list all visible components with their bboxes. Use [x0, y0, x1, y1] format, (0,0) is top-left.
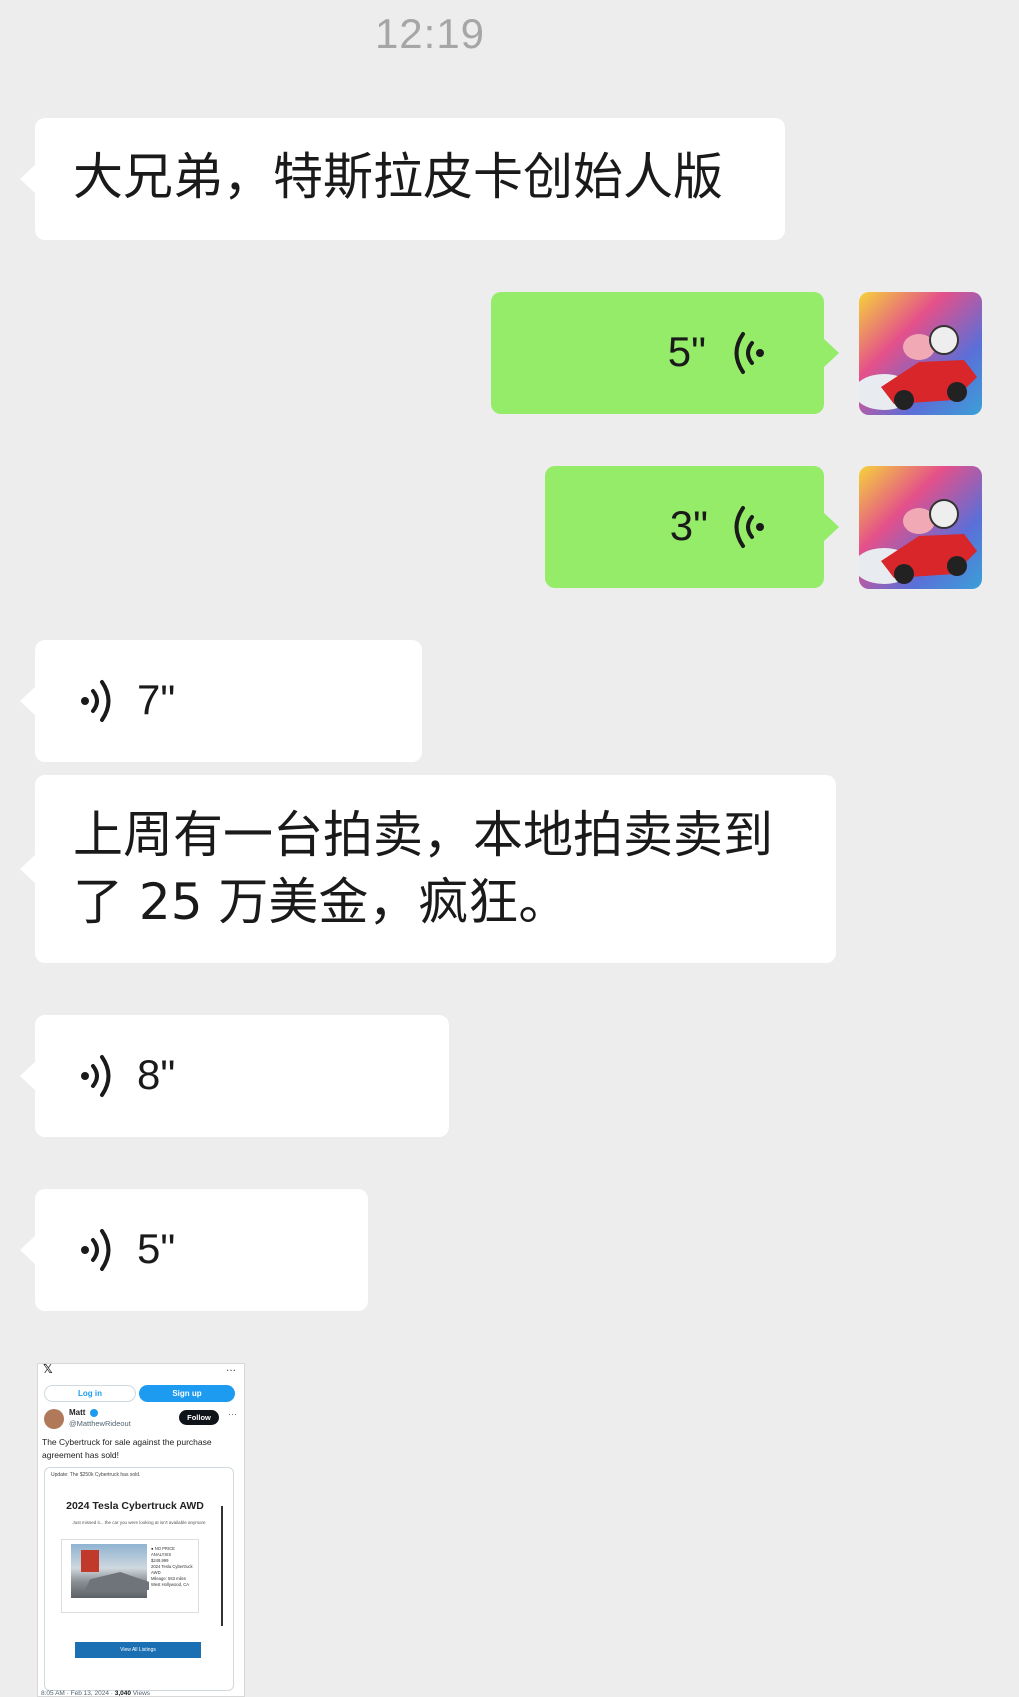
voice-duration: 8"	[137, 1051, 176, 1099]
dots-icon: ...	[225, 1363, 236, 1374]
card-title: 2024 Tesla Cybertruck AWD	[66, 1500, 204, 1512]
follow-button: Follow	[179, 1410, 219, 1425]
scrollbar	[221, 1506, 223, 1626]
x-logo-icon: 𝕏	[43, 1363, 53, 1376]
voice-duration: 5"	[667, 328, 706, 376]
tweet-media-card: Update: The $250k Cybertruck has sold. 2…	[44, 1467, 234, 1691]
card-update-text: Update: The $250k Cybertruck has sold.	[51, 1472, 141, 1478]
incoming-voice-message[interactable]: 7"	[20, 640, 422, 762]
red-tag	[81, 1550, 99, 1572]
signup-button: Sign up	[139, 1385, 235, 1402]
my-avatar[interactable]	[859, 466, 982, 589]
message-text: 大兄弟，特斯拉皮卡创始人版	[73, 148, 723, 206]
listing-line: 2024 Tesla Cybertruck AWD	[151, 1564, 193, 1575]
tweet-views: 3,040	[114, 1690, 131, 1697]
view-all-listings-button: View All Listings	[75, 1642, 201, 1658]
tweet-text: The Cybertruck for sale against the purc…	[42, 1437, 212, 1460]
listing-line: West Hollywood, CA	[151, 1582, 190, 1587]
listing-box: ● NO PRICE ANALYSIS $249,999 2024 Tesla …	[61, 1539, 199, 1613]
outgoing-voice-message[interactable]: 3"	[545, 466, 839, 588]
voice-duration: 3"	[669, 502, 708, 550]
views-label: Views	[131, 1690, 151, 1697]
user-name: Matt	[69, 1408, 86, 1417]
voice-wave-icon	[734, 506, 764, 548]
tweet-time: 8:05 AM · Feb 13, 2024 ·	[41, 1690, 115, 1697]
voice-wave-icon	[734, 332, 764, 374]
listing-details: ● NO PRICE ANALYSIS $249,999 2024 Tesla …	[151, 1546, 195, 1588]
cybertruck-shape	[85, 1572, 149, 1590]
outgoing-voice-message[interactable]: 5"	[491, 292, 839, 414]
voice-wave-icon	[81, 1229, 111, 1271]
car-photo	[71, 1544, 149, 1598]
verified-icon	[90, 1409, 98, 1417]
more-icon: ···	[228, 1409, 237, 1419]
incoming-text-message[interactable]: 上周有一台拍卖，本地拍卖卖到 了 25 万美金，疯狂。	[20, 775, 836, 963]
user-handle: @MatthewRideout	[69, 1419, 131, 1428]
voice-duration: 7"	[137, 676, 176, 724]
message-timestamp: 12:19	[374, 10, 486, 57]
incoming-voice-message[interactable]: 5"	[20, 1189, 368, 1311]
avatar	[44, 1409, 64, 1429]
message-text-line: 上周有一台拍卖，本地拍卖卖到	[73, 806, 773, 864]
message-text-line: 了 25 万美金，疯狂。	[73, 873, 569, 931]
login-button: Log in	[44, 1385, 136, 1402]
voice-wave-icon	[81, 1055, 111, 1097]
voice-duration: 5"	[137, 1225, 176, 1273]
listing-line: ● NO PRICE ANALYSIS	[151, 1546, 175, 1557]
card-subtitle: Just missed it... the car you were looki…	[72, 1520, 206, 1525]
incoming-text-message[interactable]: 大兄弟，特斯拉皮卡创始人版	[20, 118, 785, 240]
my-avatar[interactable]	[859, 292, 982, 415]
image-message-tweet-screenshot[interactable]: 𝕏 ... Log in Sign up Matt @MatthewRideou…	[37, 1363, 245, 1697]
voice-wave-icon	[81, 680, 111, 722]
tweet-meta: 8:05 AM · Feb 13, 2024 · 3,040 Views	[41, 1690, 151, 1697]
incoming-voice-message[interactable]: 8"	[20, 1015, 449, 1137]
